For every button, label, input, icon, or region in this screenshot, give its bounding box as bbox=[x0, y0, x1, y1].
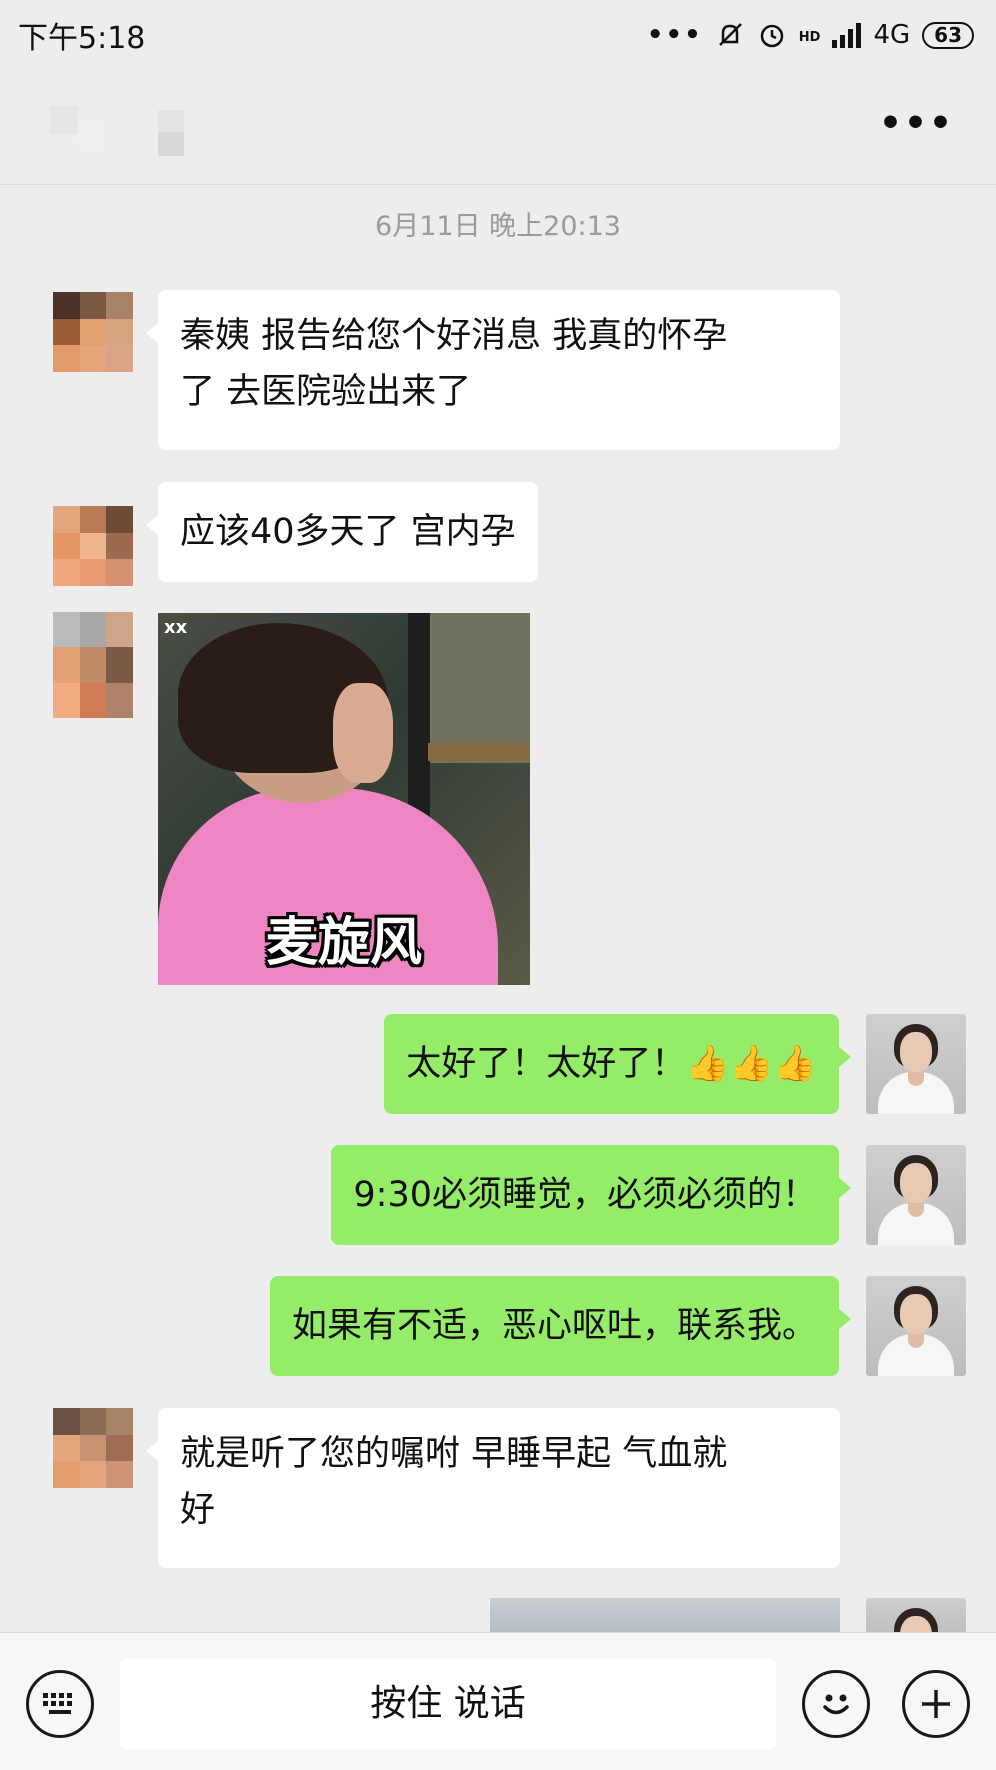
clock: 下午5:18 bbox=[18, 21, 146, 56]
signal-icon bbox=[832, 22, 862, 48]
user-avatar[interactable] bbox=[866, 1014, 966, 1114]
message-text: 太好了！太好了！ bbox=[406, 1044, 687, 1084]
chat-header: ••• bbox=[0, 70, 996, 185]
more-notifications-icon: ••• bbox=[646, 20, 703, 50]
outgoing-message[interactable]: 太好了！太好了！👍👍👍 bbox=[384, 1014, 851, 1114]
plus-icon bbox=[922, 1690, 950, 1718]
thumbs-up-emoji: 👍👍👍 bbox=[686, 1044, 817, 1084]
incoming-message[interactable]: 就是听了您的嘱咐 早睡早起 气血就 好 bbox=[146, 1408, 840, 1568]
emoji-icon bbox=[823, 1694, 849, 1715]
hold-to-talk-button[interactable]: 按住 说话 bbox=[120, 1659, 776, 1749]
network-type: 4G bbox=[873, 20, 911, 50]
contact-avatar[interactable] bbox=[53, 292, 133, 372]
contact-name-mosaic bbox=[50, 106, 190, 156]
incoming-message[interactable]: 应该40多天了 宫内孕 bbox=[146, 482, 538, 582]
incoming-message[interactable]: 秦姨 报告给您个好消息 我真的怀孕 了 去医院验出来了 bbox=[146, 290, 840, 450]
input-bar: 按住 说话 bbox=[0, 1632, 996, 1770]
user-avatar[interactable] bbox=[866, 1145, 966, 1245]
contact-avatar[interactable] bbox=[53, 612, 133, 718]
hd-icon: HD bbox=[798, 30, 821, 45]
status-icons: ••• HD 4G 63 bbox=[647, 20, 974, 50]
more-functions-button[interactable] bbox=[902, 1670, 970, 1738]
message-line: 了 去医院验出来了 bbox=[180, 372, 472, 412]
message-line: 秦姨 报告给您个好消息 我真的怀孕 bbox=[180, 316, 728, 356]
sticker-image[interactable]: xx 麦旋风 bbox=[158, 613, 530, 985]
keyboard-toggle-button[interactable] bbox=[26, 1670, 94, 1738]
message-timestamp: 6月11日 晚上20:13 bbox=[375, 211, 621, 242]
emoji-button[interactable] bbox=[802, 1670, 870, 1738]
alarm-icon bbox=[760, 24, 784, 48]
message-line: 好 bbox=[180, 1490, 216, 1530]
outgoing-message[interactable]: 如果有不适，恶心呕吐，联系我。 bbox=[269, 1276, 852, 1376]
sticker-watermark: xx bbox=[164, 617, 188, 638]
outgoing-message[interactable]: 9:30必须睡觉，必须必须的！ bbox=[331, 1145, 851, 1245]
chat-options-button[interactable]: ••• bbox=[879, 106, 954, 142]
status-bar: 下午5:18 ••• HD 4G 63 bbox=[0, 0, 996, 70]
contact-avatar[interactable] bbox=[53, 506, 133, 586]
keyboard-icon bbox=[43, 1693, 72, 1714]
battery-icon: 63 bbox=[922, 21, 974, 49]
message-line: 就是听了您的嘱咐 早睡早起 气血就 bbox=[180, 1434, 728, 1474]
contact-avatar[interactable] bbox=[53, 1408, 133, 1488]
sticker-caption: 麦旋风 bbox=[265, 913, 422, 973]
mute-icon bbox=[718, 23, 742, 46]
user-avatar[interactable] bbox=[866, 1276, 966, 1376]
